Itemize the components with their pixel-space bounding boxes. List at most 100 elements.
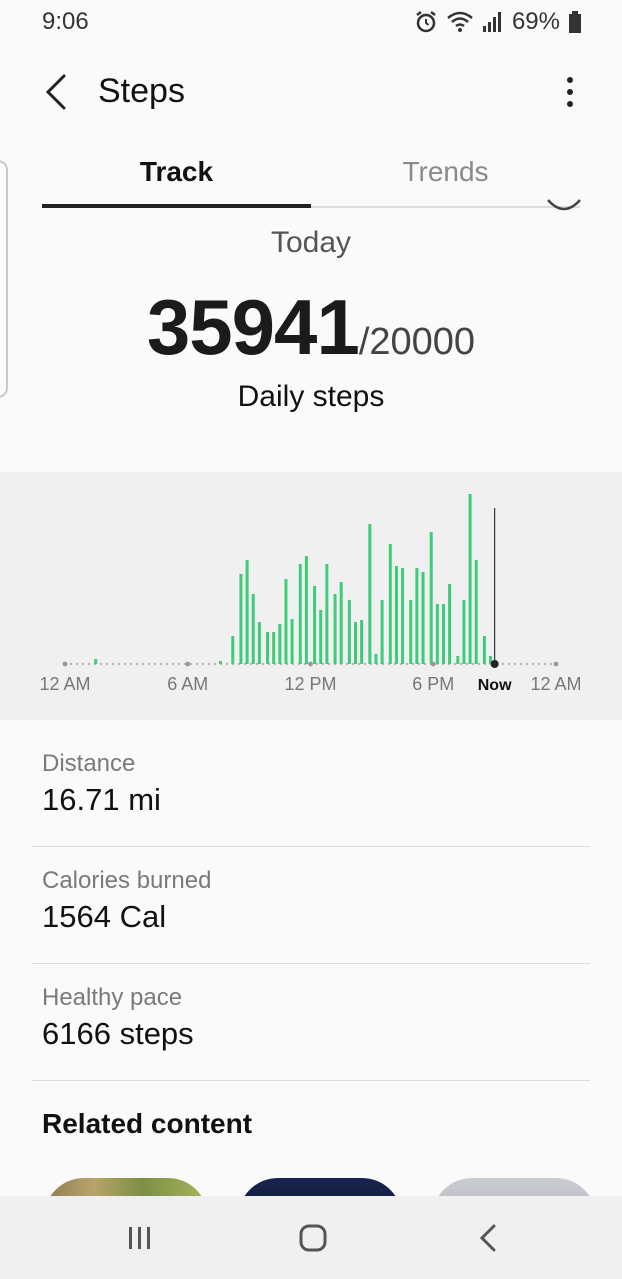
baseline-dot	[147, 662, 151, 666]
x-tick-dot	[553, 661, 559, 667]
chart-bar	[251, 594, 255, 664]
baseline-dot	[177, 662, 181, 666]
chart-bar	[272, 632, 276, 664]
baseline-dot	[261, 662, 265, 666]
baseline-dot	[471, 662, 475, 666]
recents-button[interactable]	[110, 1216, 170, 1260]
status-icons: 69%	[414, 8, 582, 36]
nav-back-button[interactable]	[458, 1216, 518, 1260]
chart-bar	[401, 568, 405, 664]
baseline-dot	[99, 662, 103, 666]
chart-bar	[245, 560, 249, 664]
steps-value: 35941	[146, 283, 360, 371]
back-button[interactable]	[36, 70, 76, 114]
chart-bar	[474, 560, 478, 664]
daily-steps-label: Daily steps	[237, 380, 385, 413]
chart-bar	[415, 568, 419, 664]
baseline-dot	[477, 662, 481, 666]
metric-label: Calories burned	[42, 867, 212, 894]
chart-bar	[298, 564, 302, 664]
chart-bar	[441, 604, 445, 664]
chart-bar	[313, 586, 317, 664]
chart-bar	[218, 661, 222, 664]
app-bar: Steps	[0, 62, 622, 122]
baseline-dot	[531, 662, 535, 666]
baseline-dot	[357, 662, 361, 666]
baseline-dot	[135, 662, 139, 666]
battery-icon	[569, 11, 581, 33]
chart-bar	[304, 556, 308, 664]
baseline-dot	[159, 662, 163, 666]
more-options-button[interactable]	[558, 72, 582, 112]
related-content-heading: Related content	[42, 1108, 253, 1139]
chart-bar	[347, 600, 351, 664]
chart-bar	[409, 600, 413, 664]
baseline-dot	[543, 662, 547, 666]
more-vert-icon	[567, 77, 573, 83]
x-tick-dot	[185, 661, 191, 667]
chart-bar	[360, 620, 364, 664]
chart-bar	[239, 574, 243, 664]
baseline-dot	[549, 662, 553, 666]
steps-count: 35941/20000	[0, 282, 622, 373]
baseline-dot	[501, 662, 505, 666]
chart-bar	[429, 532, 433, 664]
baseline-dot	[105, 662, 109, 666]
chart-bar	[388, 544, 392, 664]
status-time: 9:06	[42, 8, 89, 35]
baseline-dot	[171, 662, 175, 666]
baseline-dot	[111, 662, 115, 666]
baseline-dot	[459, 662, 463, 666]
x-tick-dot	[430, 661, 436, 667]
chart-bar	[435, 604, 439, 664]
metric-label: Healthy pace	[42, 984, 183, 1011]
baseline-dot	[345, 662, 349, 666]
baseline-dot	[363, 662, 367, 666]
chart-bar	[462, 600, 466, 664]
baseline-dot	[315, 662, 319, 666]
tab-bar: Track Trends	[42, 150, 580, 208]
chart-bar	[278, 624, 282, 664]
chart-bar	[374, 654, 378, 664]
x-tick-dot	[62, 661, 68, 667]
baseline-dot	[201, 662, 205, 666]
baseline-dot	[129, 662, 133, 666]
baseline-dot	[519, 662, 523, 666]
x-tick-label: 6 AM	[167, 674, 208, 694]
baseline-dot	[117, 662, 121, 666]
steps-chart[interactable]: 12 AM 6 AM 12 PM 6 PM Now 12 AM	[0, 472, 622, 720]
tab-trends[interactable]: Trends	[311, 156, 580, 188]
period-label: Today	[270, 226, 352, 259]
chart-bar	[325, 564, 329, 664]
page-title: Steps	[98, 72, 185, 110]
baseline-dot	[255, 662, 259, 666]
chart-bar	[94, 659, 98, 664]
steps-chart-svg: 12 AM 6 AM 12 PM 6 PM Now 12 AM	[39, 494, 582, 694]
info-circle-icon[interactable]	[540, 196, 610, 218]
baseline-dot	[453, 662, 457, 666]
chart-bar	[421, 572, 425, 664]
baseline-dot	[507, 662, 511, 666]
home-button[interactable]	[283, 1216, 343, 1260]
now-marker-dot	[490, 660, 499, 668]
baseline-dot	[405, 662, 409, 666]
more-vert-dot	[567, 101, 573, 107]
x-tick-dot	[308, 661, 313, 667]
metric-value: 16.71 mi	[42, 782, 161, 817]
tab-track[interactable]: Track	[42, 156, 311, 188]
chart-bar	[333, 594, 337, 664]
baseline-dot	[213, 662, 217, 666]
chart-bar	[468, 494, 472, 664]
chart-bar	[354, 622, 358, 664]
wifi-icon	[447, 11, 473, 32]
chart-bar	[482, 636, 486, 664]
baseline-dot	[165, 662, 169, 666]
metrics-list: Distance 16.71 mi Calories burned 1564 C…	[32, 730, 590, 1081]
baseline-dot	[195, 662, 199, 666]
baseline-dot	[537, 662, 541, 666]
baseline-dot	[123, 662, 127, 666]
system-nav-bar	[0, 1196, 622, 1279]
x-tick-label: Now	[478, 677, 512, 694]
chart-bar	[290, 619, 294, 664]
chart-bar	[456, 656, 460, 664]
